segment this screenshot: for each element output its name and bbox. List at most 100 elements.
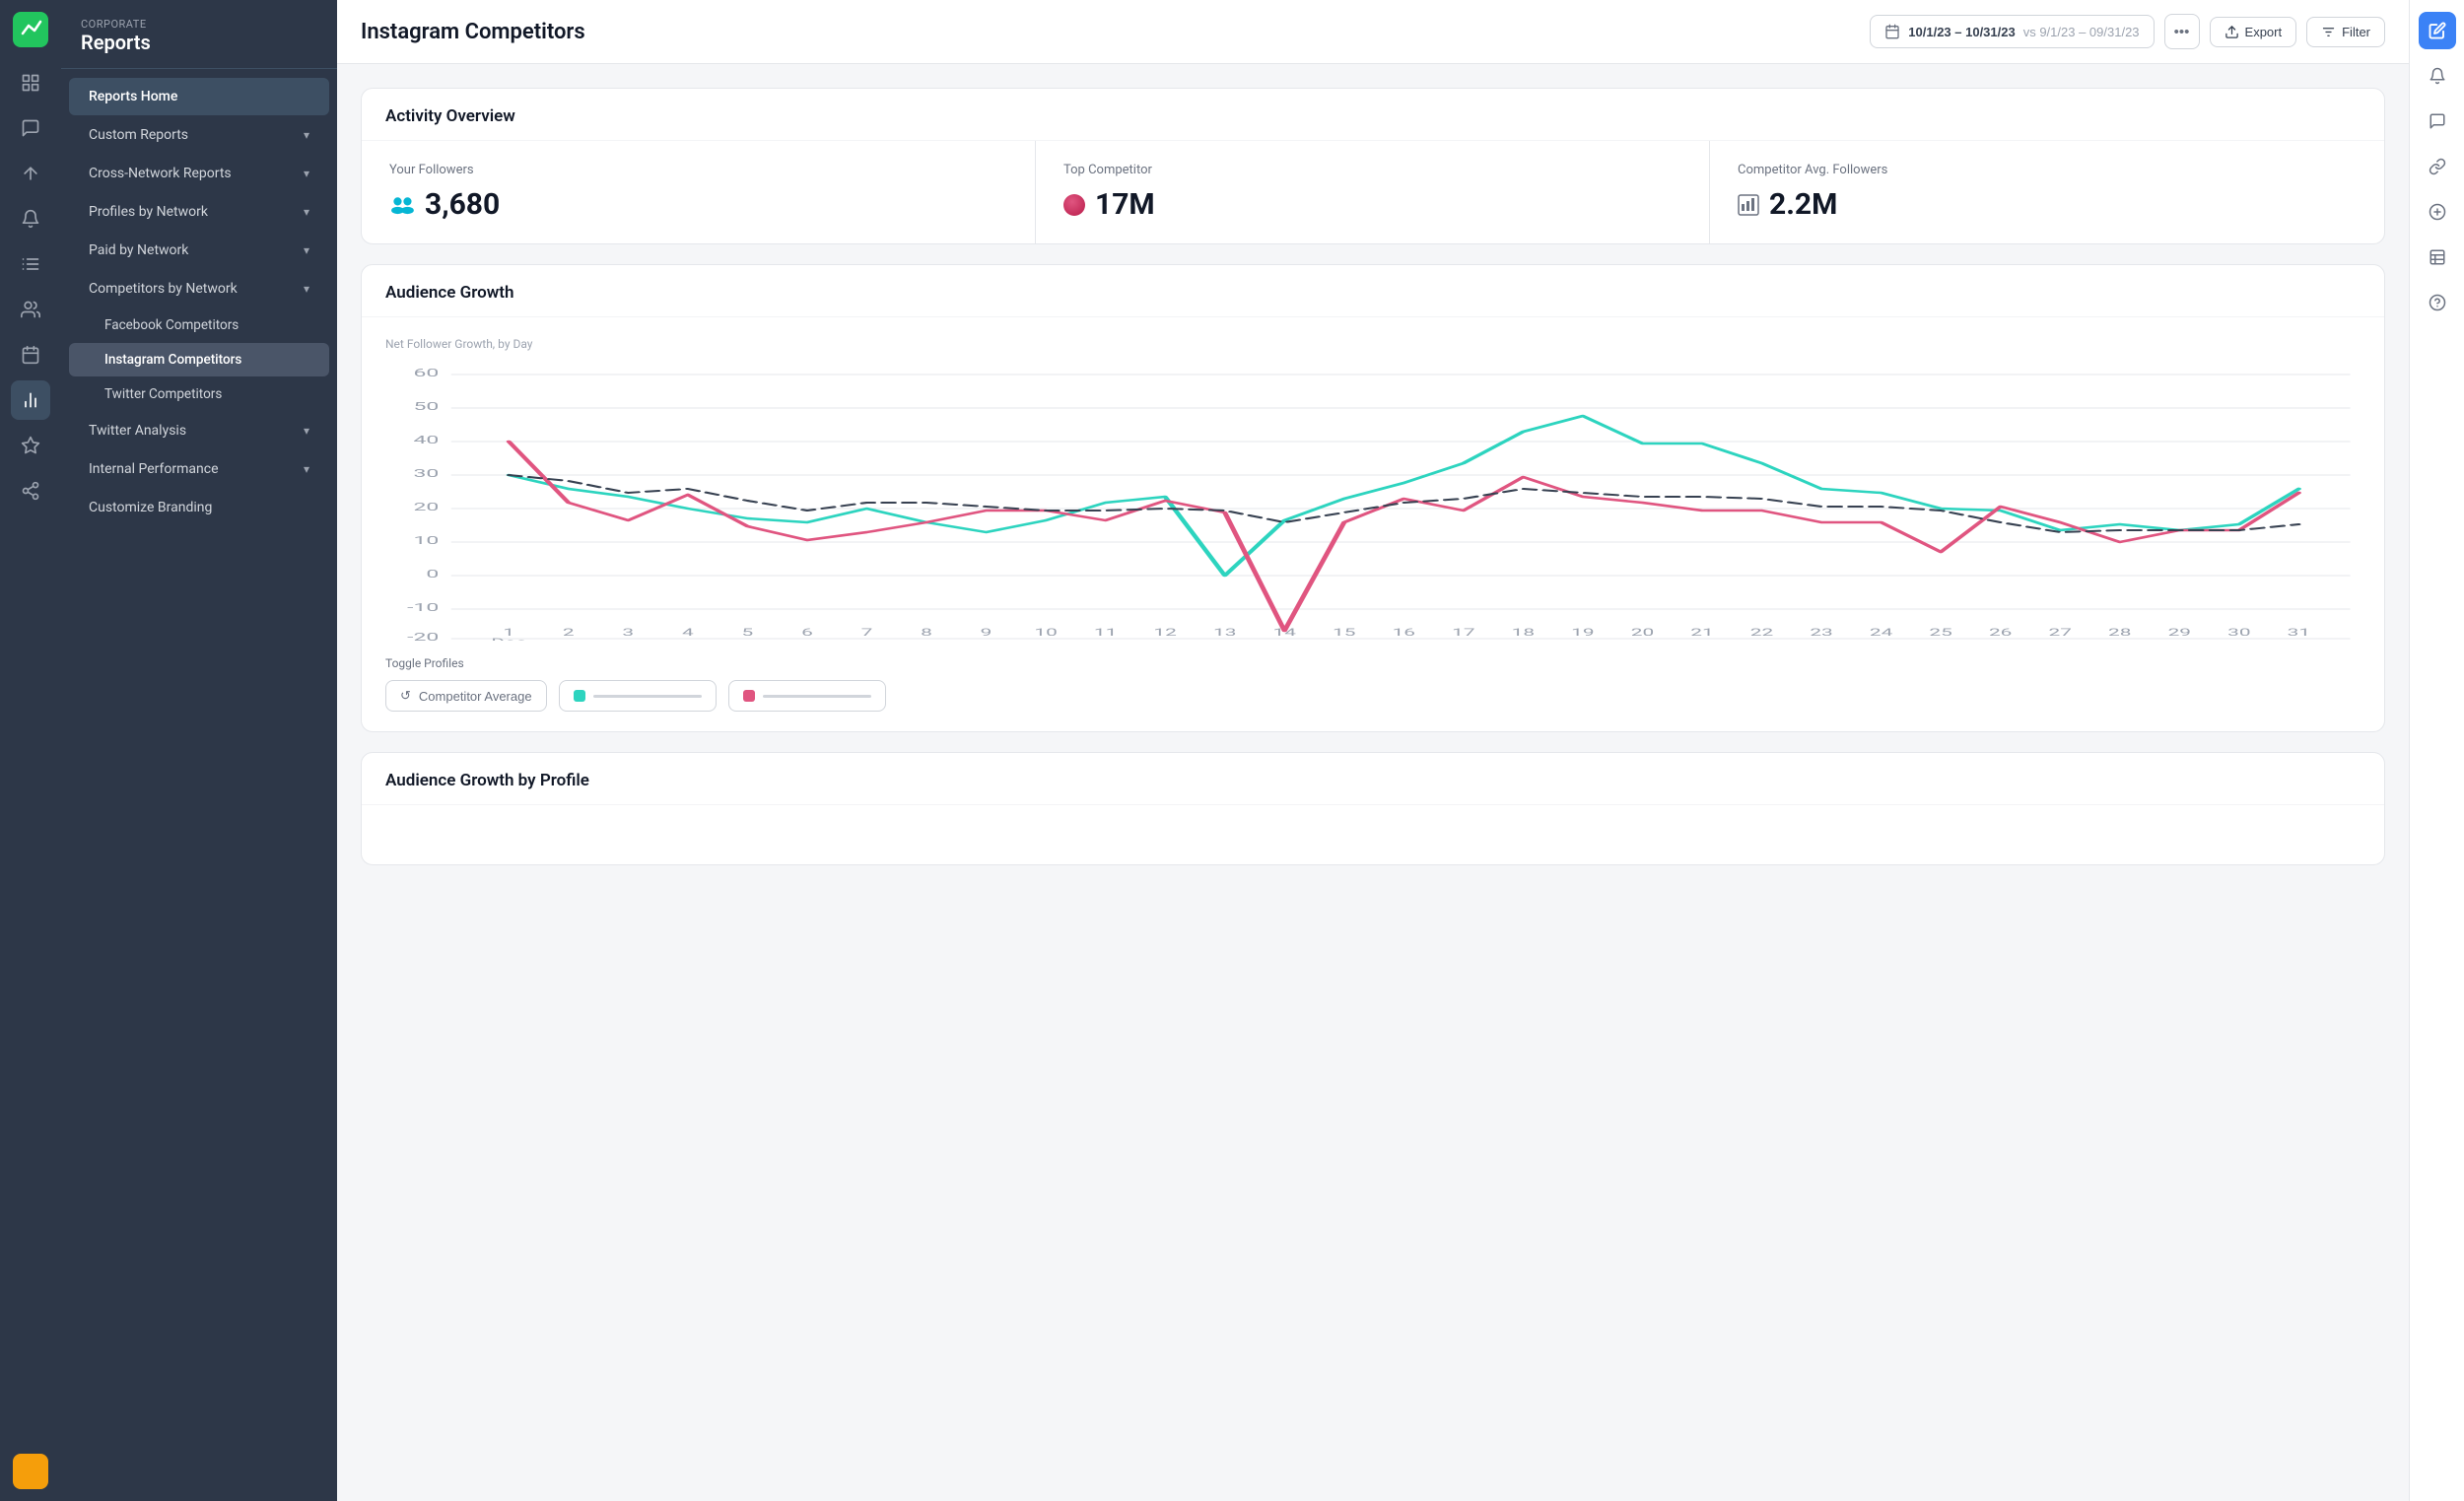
sidebar-item-competitors-by-network-label: Competitors by Network xyxy=(89,281,238,297)
filter-button[interactable]: Filter xyxy=(2306,17,2385,47)
add-button[interactable] xyxy=(2419,193,2456,231)
sidebar: Corporate Reports Reports Home Custom Re… xyxy=(61,0,337,1501)
sidebar-item-reports-home[interactable]: Reports Home xyxy=(69,78,329,115)
activity-cell-top-competitor: Top Competitor 17M xyxy=(1036,141,1710,243)
svg-text:13: 13 xyxy=(1213,627,1236,639)
nav-engage-icon[interactable] xyxy=(11,290,50,329)
sidebar-item-twitter-competitors[interactable]: Twitter Competitors xyxy=(69,377,329,411)
export-button[interactable]: Export xyxy=(2210,17,2297,47)
sidebar-item-facebook-competitors[interactable]: Facebook Competitors xyxy=(69,308,329,342)
link-icon xyxy=(2429,158,2446,175)
people-icon xyxy=(389,195,415,215)
feedback-button[interactable] xyxy=(2419,102,2456,140)
date-range-main: 10/1/23 – 10/31/23 xyxy=(1908,25,2015,39)
pink-line-indicator xyxy=(763,695,871,698)
svg-text:40: 40 xyxy=(413,434,439,446)
refresh-icon: ↺ xyxy=(400,688,411,704)
link-button[interactable] xyxy=(2419,148,2456,185)
header-actions: 10/1/23 – 10/31/23 vs 9/1/23 – 09/31/23 … xyxy=(1870,14,2385,49)
svg-text:17: 17 xyxy=(1452,627,1474,639)
user-avatar[interactable] xyxy=(13,1454,48,1489)
audience-growth-card: Audience Growth Net Follower Growth, by … xyxy=(361,264,2385,732)
sidebar-item-cross-network-label: Cross-Network Reports xyxy=(89,166,232,181)
sidebar-item-customize-branding[interactable]: Customize Branding xyxy=(69,489,329,526)
svg-text:50: 50 xyxy=(413,400,439,413)
svg-text:10: 10 xyxy=(413,534,439,547)
edit-button[interactable] xyxy=(2419,12,2456,49)
audience-growth-title: Audience Growth xyxy=(362,265,2384,317)
avg-followers-label: Competitor Avg. Followers xyxy=(1738,163,2357,177)
svg-text:3: 3 xyxy=(622,627,634,639)
activity-overview-title: Activity Overview xyxy=(362,89,2384,141)
sidebar-title: Reports xyxy=(81,31,317,54)
sidebar-item-competitors-by-network[interactable]: Competitors by Network ▾ xyxy=(69,270,329,307)
sidebar-item-customize-branding-label: Customize Branding xyxy=(89,500,212,515)
bar-chart-small-icon xyxy=(1738,194,1759,216)
app-logo[interactable] xyxy=(13,12,48,47)
nav-home-icon[interactable] xyxy=(11,63,50,102)
sidebar-nav: Reports Home Custom Reports ▾ Cross-Netw… xyxy=(61,69,337,1501)
avg-followers-value: 2.2M xyxy=(1738,187,2357,222)
svg-text:16: 16 xyxy=(1393,627,1415,639)
nav-analytics-icon[interactable] xyxy=(11,380,50,420)
toggle-competitor-average[interactable]: ↺ Competitor Average xyxy=(385,680,547,712)
svg-text:5: 5 xyxy=(742,627,754,639)
page-title: Instagram Competitors xyxy=(361,20,585,44)
nav-publish-icon[interactable] xyxy=(11,154,50,193)
svg-text:8: 8 xyxy=(921,627,932,639)
nav-influencer-icon[interactable] xyxy=(11,426,50,465)
svg-text:20: 20 xyxy=(1631,627,1654,639)
toggle-pink-profile[interactable] xyxy=(728,680,886,712)
bell-icon xyxy=(2429,67,2446,85)
sidebar-item-profiles-by-network[interactable]: Profiles by Network ▾ xyxy=(69,193,329,231)
message-icon xyxy=(2429,112,2446,130)
teal-line-indicator xyxy=(593,695,702,698)
toggle-teal-profile[interactable] xyxy=(559,680,717,712)
activity-cell-avg-followers: Competitor Avg. Followers 2.2M xyxy=(1710,141,2384,243)
chevron-down-icon: ▾ xyxy=(304,282,309,296)
svg-text:60: 60 xyxy=(413,367,439,379)
sidebar-item-instagram-competitors-label: Instagram Competitors xyxy=(104,352,241,368)
audience-growth-chart: 60 50 40 30 20 10 0 -10 -20 xyxy=(385,365,2361,641)
toggle-pills: ↺ Competitor Average xyxy=(385,680,2361,712)
audience-growth-by-profile-title: Audience Growth by Profile xyxy=(362,753,2384,805)
more-options-button[interactable]: ••• xyxy=(2164,14,2200,49)
icon-rail xyxy=(0,0,61,1501)
sidebar-item-cross-network[interactable]: Cross-Network Reports ▾ xyxy=(69,155,329,192)
svg-text:29: 29 xyxy=(2168,627,2191,639)
sidebar-item-internal-performance-label: Internal Performance xyxy=(89,461,219,477)
edit-icon xyxy=(2429,22,2446,39)
svg-text:27: 27 xyxy=(2048,627,2071,639)
activity-cell-your-followers: Your Followers 3,680 xyxy=(362,141,1036,243)
nav-inbox-icon[interactable] xyxy=(11,108,50,148)
nav-alerts-icon[interactable] xyxy=(11,199,50,239)
nav-advocacy-icon[interactable] xyxy=(11,471,50,511)
notification-button[interactable] xyxy=(2419,57,2456,95)
sidebar-header: Corporate Reports xyxy=(61,0,337,69)
svg-text:11: 11 xyxy=(1094,627,1117,639)
help-button[interactable] xyxy=(2419,284,2456,321)
svg-text:10: 10 xyxy=(1034,627,1057,639)
chevron-down-icon: ▾ xyxy=(304,205,309,219)
filter-label: Filter xyxy=(2342,25,2370,39)
date-picker-button[interactable]: 10/1/23 – 10/31/23 vs 9/1/23 – 09/31/23 xyxy=(1870,15,2154,48)
sidebar-item-paid-by-network-label: Paid by Network xyxy=(89,242,188,258)
sidebar-item-facebook-competitors-label: Facebook Competitors xyxy=(104,317,239,333)
sidebar-item-instagram-competitors[interactable]: Instagram Competitors xyxy=(69,343,329,376)
svg-text:22: 22 xyxy=(1750,627,1773,639)
nav-listen-icon[interactable] xyxy=(11,244,50,284)
table-button[interactable] xyxy=(2419,239,2456,276)
teal-color-indicator xyxy=(574,690,585,702)
chart-subtitle: Net Follower Growth, by Day xyxy=(385,337,2361,351)
nav-schedule-icon[interactable] xyxy=(11,335,50,375)
sidebar-item-custom-reports[interactable]: Custom Reports ▾ xyxy=(69,116,329,154)
toggle-profiles-label: Toggle Profiles xyxy=(385,656,2361,670)
sidebar-item-internal-performance[interactable]: Internal Performance ▾ xyxy=(69,450,329,488)
top-competitor-number: 17M xyxy=(1095,187,1155,222)
sidebar-item-twitter-analysis[interactable]: Twitter Analysis ▾ xyxy=(69,412,329,449)
sidebar-item-paid-by-network[interactable]: Paid by Network ▾ xyxy=(69,232,329,269)
toggle-competitor-average-label: Competitor Average xyxy=(419,689,532,704)
main-content: Instagram Competitors 10/1/23 – 10/31/23… xyxy=(337,0,2409,1501)
sidebar-item-profiles-by-network-label: Profiles by Network xyxy=(89,204,208,220)
svg-text:15: 15 xyxy=(1333,627,1355,639)
